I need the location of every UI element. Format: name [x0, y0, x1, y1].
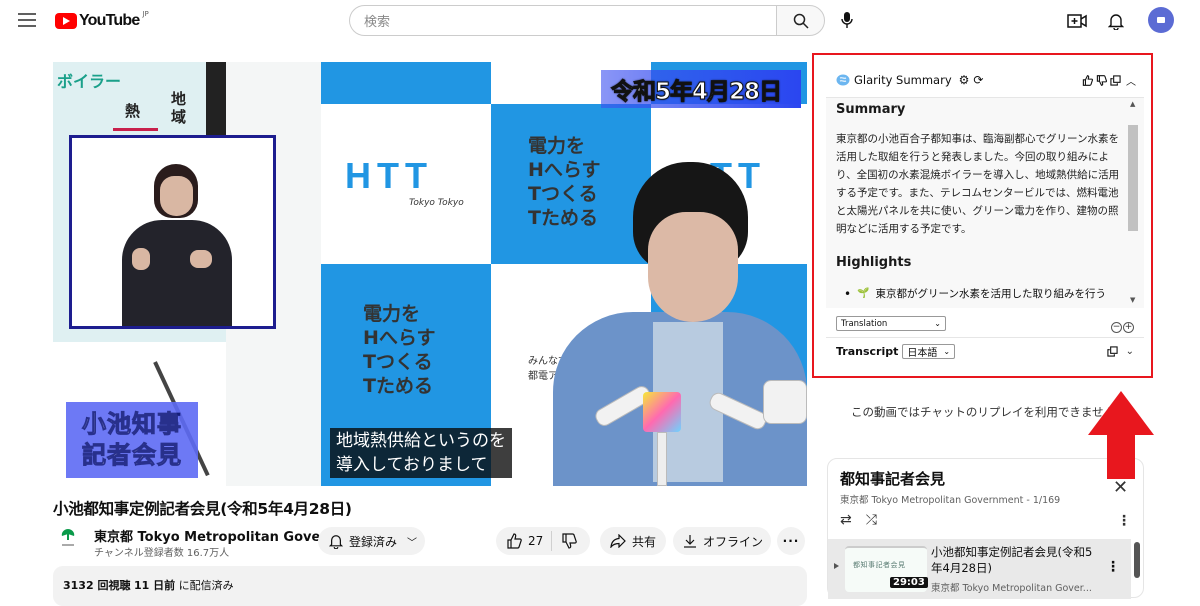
- microphone-colorful: [643, 392, 681, 432]
- signer-hand: [132, 248, 150, 270]
- poster-line: Tつくる: [363, 351, 433, 373]
- bell-icon: [329, 535, 343, 549]
- loop-icon[interactable]: ⇄: [840, 512, 852, 528]
- thumbs-down-icon: [562, 533, 577, 549]
- playlist-menu-icon[interactable]: ⋮: [1117, 513, 1131, 529]
- video-title: 小池都知事定例記者会見(令和5年4月28日): [53, 500, 352, 518]
- microphone-stand: [657, 432, 667, 486]
- avatar[interactable]: [1148, 7, 1174, 33]
- annotation-arrow-icon: [1088, 391, 1154, 479]
- playlist-item-thumbnail: 都知事記者会見 29:03: [845, 546, 928, 592]
- search-icon: [793, 13, 809, 29]
- description-box[interactable]: 3132 回視聴 11 日前 に配信済み: [53, 566, 807, 606]
- logo-text: YouTube: [79, 12, 140, 29]
- like-count: 27: [528, 534, 544, 548]
- title-card: 小池知事 記者会見: [66, 402, 198, 478]
- youtube-play-icon: [55, 13, 77, 29]
- chevron-down-icon: ﹀: [407, 537, 418, 549]
- playlist-item-title: 小池都知事定例記者会見(令和5年4月28日): [931, 545, 1093, 575]
- published-date: 11 日前: [133, 579, 176, 592]
- poster-htt-sub: Tokyo Tokyo: [409, 198, 464, 208]
- bell-icon: [1108, 14, 1124, 30]
- slide-word: 熱: [125, 102, 141, 120]
- date-overlay-text: 令和5年4月28日: [610, 79, 782, 106]
- masthead: YouTube JP 検索: [0, 0, 1200, 42]
- video-caption: 地域熱供給というのを 導入しておりまして: [330, 428, 512, 478]
- microphone: [763, 380, 807, 424]
- title-card-line: 小池知事: [82, 410, 182, 439]
- poster-line: Hへらす: [363, 327, 436, 349]
- playlist-item[interactable]: 都知事記者会見 29:03 小池都知事定例記者会見(令和5年4月28日) 東京都…: [828, 539, 1131, 599]
- playlist-title[interactable]: 都知事記者会見: [840, 468, 945, 489]
- signer-body: [122, 220, 232, 326]
- voice-search-button[interactable]: [836, 9, 858, 31]
- poster-panel: [321, 62, 491, 104]
- playlist-scrollbar[interactable]: [1134, 542, 1140, 578]
- subscribed-button[interactable]: 登録済み ﹀: [318, 527, 425, 555]
- now-playing-icon: [834, 563, 839, 569]
- mic-icon: [841, 12, 853, 28]
- chat-replay-unavailable: この動画ではチャットのリプレイを利用できません。: [851, 405, 1127, 419]
- more-icon: ···: [782, 534, 800, 548]
- signer-hand: [190, 250, 212, 268]
- logo-region: JP: [142, 10, 149, 18]
- more-actions-button[interactable]: ···: [777, 527, 805, 555]
- sign-language-inset: [69, 135, 276, 329]
- date-overlay: 令和5年4月28日: [601, 70, 801, 108]
- download-icon: [684, 535, 696, 548]
- caption-line: 導入しておりまして: [336, 455, 488, 475]
- dislike-button[interactable]: [552, 533, 577, 549]
- published-suffix: に配信済み: [178, 579, 234, 592]
- download-button[interactable]: オフライン: [673, 527, 771, 555]
- tokyo-ginkgo-icon: [61, 529, 75, 546]
- poster-line: 電力を: [363, 303, 421, 325]
- channel-subscribers: チャンネル登録者数 16.7万人: [94, 548, 230, 559]
- playlist-item-channel: 東京都 Tokyo Metropolitan Gover...: [931, 583, 1092, 594]
- slide-arrow: [113, 128, 158, 131]
- poster-line: Tためる: [363, 375, 433, 397]
- slide-word-vertical: 地域: [171, 90, 187, 126]
- playlist-panel: 都知事記者会見 東京都 Tokyo Metropolitan Governmen…: [827, 458, 1144, 599]
- download-label: オフライン: [703, 534, 764, 549]
- signer-face: [160, 176, 193, 216]
- notifications-button[interactable]: [1105, 10, 1127, 32]
- menu-icon[interactable]: [18, 13, 36, 27]
- channel-avatar[interactable]: [60, 527, 76, 549]
- highlight-annotation-frame: [812, 53, 1153, 378]
- thumbs-up-icon: [507, 533, 522, 549]
- share-button[interactable]: 共有: [600, 527, 666, 555]
- poster-slogan: 電力を Hへらす Tつくる Tためる: [363, 302, 436, 398]
- share-label: 共有: [632, 534, 657, 549]
- caption-line: 地域熱供給というのを: [336, 431, 506, 451]
- search-button[interactable]: [776, 5, 825, 36]
- speaker-face: [648, 212, 738, 322]
- item-menu-icon[interactable]: ⋮: [1106, 559, 1120, 575]
- video-background: [206, 62, 226, 137]
- playlist-controls: ⇄ ⤮: [840, 512, 877, 528]
- like-dislike-group: 27: [496, 527, 590, 555]
- title-card-line: 記者会見: [82, 441, 182, 470]
- close-icon[interactable]: ✕: [1113, 477, 1128, 498]
- channel-name[interactable]: 東京都 Tokyo Metropolitan Govern...: [94, 526, 351, 545]
- poster-htt-logo: HTT: [345, 155, 433, 196]
- video-player[interactable]: ボイラー 熱 地域 HTT Tokyo Tokyo HTT 電力を Hへらす T…: [53, 62, 807, 486]
- share-icon: [610, 534, 626, 548]
- duration-badge: 29:03: [890, 577, 928, 588]
- subscribed-label: 登録済み: [349, 534, 398, 549]
- speaker: [533, 162, 807, 486]
- create-button[interactable]: [1066, 10, 1088, 32]
- thumbnail-text: 都知事記者会見: [853, 561, 906, 569]
- youtube-logo[interactable]: YouTube JP: [55, 10, 149, 31]
- search-input[interactable]: 検索: [349, 5, 776, 36]
- playlist-subtitle: 東京都 Tokyo Metropolitan Government - 1/16…: [840, 495, 1061, 506]
- avatar-glyph: [1157, 17, 1165, 23]
- search-placeholder: 検索: [364, 15, 391, 30]
- create-video-icon: [1067, 14, 1087, 28]
- view-count: 3132 回視聴: [63, 579, 131, 592]
- shuffle-icon[interactable]: ⤮: [866, 512, 877, 528]
- like-button[interactable]: 27: [496, 531, 552, 551]
- poster-line: 電力を: [528, 135, 586, 157]
